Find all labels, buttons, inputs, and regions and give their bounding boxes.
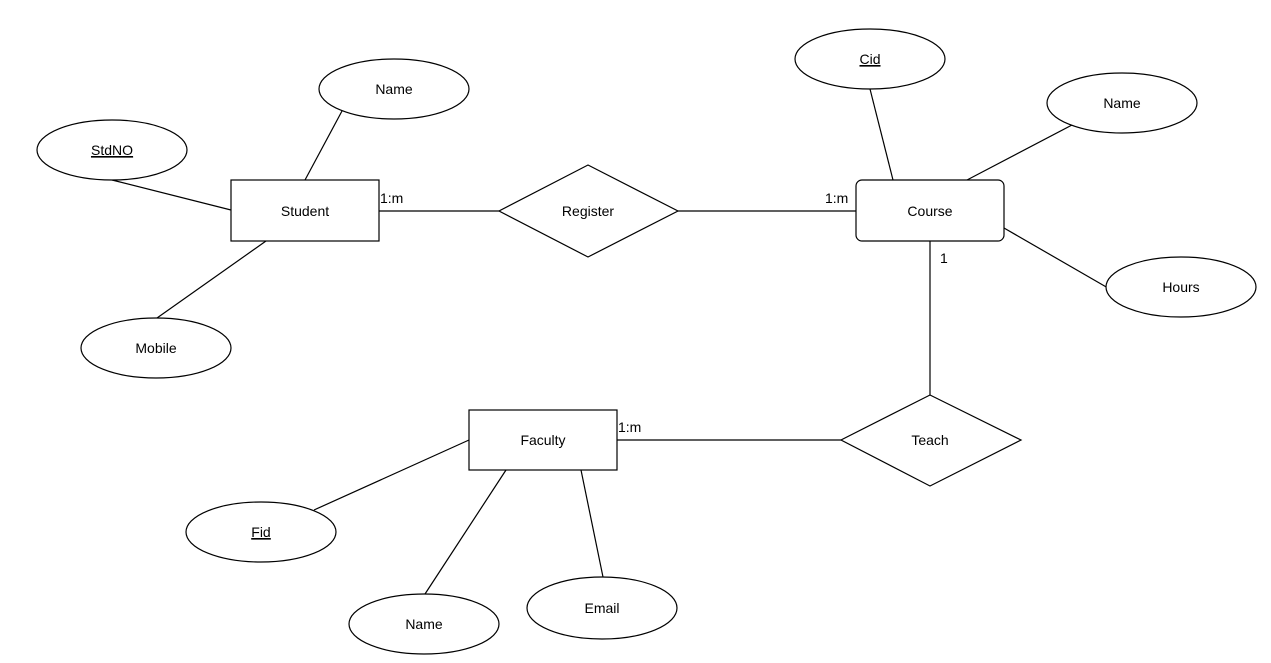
attribute-faculty-name-label: Name xyxy=(405,616,443,632)
relationship-register-label: Register xyxy=(562,203,614,219)
edge-student-name xyxy=(304,110,343,181)
relationship-teach[interactable]: Teach xyxy=(839,394,1023,487)
cardinality-course-teach: 1 xyxy=(940,250,948,266)
edge-student-mobile xyxy=(156,240,267,319)
attribute-student-mobile[interactable]: Mobile xyxy=(80,317,232,379)
attribute-student-name-label: Name xyxy=(375,81,413,97)
relationship-teach-label: Teach xyxy=(911,432,948,448)
attribute-faculty-email-label: Email xyxy=(584,600,619,616)
entity-faculty[interactable]: Faculty xyxy=(468,409,618,471)
edge-student-stdno xyxy=(111,179,232,211)
attribute-student-stdno-label: StdNO xyxy=(91,142,133,158)
edge-course-name xyxy=(966,124,1073,181)
attribute-student-mobile-label: Mobile xyxy=(135,340,176,356)
attribute-course-cid[interactable]: Cid xyxy=(794,28,946,90)
edge-faculty-name xyxy=(424,469,507,595)
attribute-student-stdno[interactable]: StdNO xyxy=(36,119,188,181)
relationship-register[interactable]: Register xyxy=(497,164,680,258)
entity-student-label: Student xyxy=(281,203,329,219)
entity-faculty-label: Faculty xyxy=(520,432,565,448)
attribute-student-name[interactable]: Name xyxy=(318,58,470,120)
attribute-course-name[interactable]: Name xyxy=(1046,72,1198,134)
cardinality-student-register: 1:m xyxy=(380,190,403,206)
edge-faculty-email xyxy=(580,469,604,578)
edge-faculty-fid xyxy=(313,439,470,511)
attribute-faculty-name[interactable]: Name xyxy=(348,593,500,655)
entity-student[interactable]: Student xyxy=(230,179,380,242)
attribute-course-hours-label: Hours xyxy=(1162,279,1199,295)
cardinality-register-course: 1:m xyxy=(825,190,848,206)
er-diagram-canvas: Student Course Faculty Register Teach St… xyxy=(36,28,1257,655)
edge-course-cid xyxy=(869,88,894,181)
attribute-faculty-fid-label: Fid xyxy=(251,524,270,540)
attribute-faculty-email[interactable]: Email xyxy=(526,576,678,640)
attribute-course-hours[interactable]: Hours xyxy=(1105,256,1257,318)
entity-course[interactable]: Course xyxy=(855,179,1005,242)
edge-course-hours xyxy=(1003,227,1109,289)
attribute-course-cid-label: Cid xyxy=(859,51,880,67)
attribute-course-name-label: Name xyxy=(1103,95,1141,111)
entity-course-label: Course xyxy=(907,203,952,219)
cardinality-faculty-teach: 1:m xyxy=(618,419,641,435)
attribute-faculty-fid[interactable]: Fid xyxy=(185,501,337,563)
